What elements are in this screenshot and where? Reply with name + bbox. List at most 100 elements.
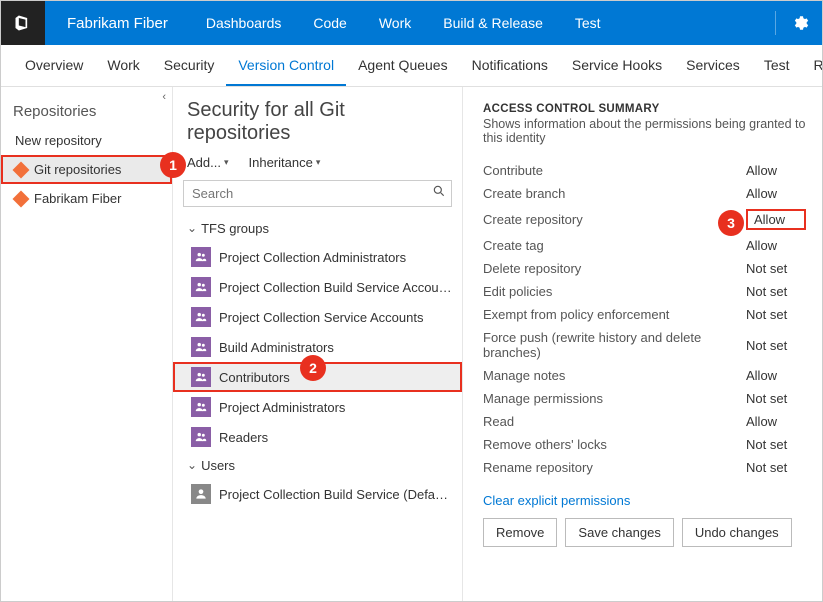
permission-row: Create tag Allow (483, 234, 806, 257)
topnav-dashboards[interactable]: Dashboards (190, 1, 298, 45)
permission-value[interactable]: Allow (746, 368, 806, 383)
group-project-collection-build-service-accounts[interactable]: Project Collection Build Service Account… (173, 272, 462, 302)
settings-gear-icon[interactable] (778, 1, 822, 45)
inheritance-menu[interactable]: Inheritance▾ (249, 155, 321, 170)
permission-name: Force push (rewrite history and delete b… (483, 330, 746, 360)
chevron-down-icon: ▾ (316, 157, 321, 168)
permission-value[interactable]: Not set (746, 284, 806, 299)
permission-value[interactable]: Allow (746, 238, 806, 253)
security-title: Security for all Git repositories (173, 95, 462, 155)
permission-value[interactable]: Allow (746, 209, 806, 230)
group-label: Project Administrators (219, 400, 345, 415)
group-readers[interactable]: Readers (173, 422, 462, 452)
undo-changes-button[interactable]: Undo changes (682, 518, 792, 547)
permission-value[interactable]: Allow (746, 414, 806, 429)
remove-button[interactable]: Remove (483, 518, 557, 547)
topnav-test[interactable]: Test (559, 1, 617, 45)
permission-name: Read (483, 414, 514, 429)
callout-2: 2 (300, 355, 326, 381)
permission-value[interactable]: Allow (746, 186, 806, 201)
permissions-panel: ACCESS CONTROL SUMMARY Shows information… (463, 87, 822, 601)
permission-name: Create tag (483, 238, 544, 253)
tab-overview[interactable]: Overview (13, 45, 95, 86)
group-label: Project Collection Build Service Account… (219, 280, 452, 295)
tab-service-hooks[interactable]: Service Hooks (560, 45, 674, 86)
repo-item-label: New repository (15, 133, 102, 148)
add-menu[interactable]: Add...▾ (187, 155, 229, 170)
permission-row: Manage permissionsNot set (483, 387, 806, 410)
permission-row: Manage notesAllow (483, 364, 806, 387)
git-diamond-icon (13, 190, 30, 207)
permission-value[interactable]: Not set (746, 437, 806, 452)
permission-value[interactable]: Not set (746, 338, 806, 353)
tab-release[interactable]: Release (802, 45, 823, 86)
acs-heading: ACCESS CONTROL SUMMARY (483, 103, 806, 115)
topnav-build-release[interactable]: Build & Release (427, 1, 559, 45)
repositories-panel: ‹ Repositories New repositoryGit reposit… (1, 87, 173, 601)
sub-navbar: OverviewWorkSecurityVersion ControlAgent… (1, 45, 822, 87)
group-icon (191, 427, 211, 447)
permission-name: Edit policies (483, 284, 552, 299)
permission-value[interactable]: Not set (746, 460, 806, 475)
permission-row: Read Allow (483, 410, 806, 433)
tab-version-control[interactable]: Version Control (226, 45, 346, 86)
chevron-down-icon: ▾ (224, 157, 229, 168)
tab-notifications[interactable]: Notifications (460, 45, 560, 86)
group-project-administrators[interactable]: Project Administrators (173, 392, 462, 422)
repo-item-new-repository[interactable]: New repository (1, 126, 172, 155)
group-icon (191, 247, 211, 267)
permission-value[interactable]: Allow (746, 163, 806, 178)
tab-services[interactable]: Services (674, 45, 752, 86)
group-label: Project Collection Administrators (219, 250, 406, 265)
callout-3: 3 (718, 210, 744, 236)
permission-row: Create repositoryAllow (483, 205, 806, 234)
app-logo[interactable] (1, 1, 45, 45)
clear-permissions-link[interactable]: Clear explicit permissions (483, 493, 806, 508)
user-icon (191, 484, 211, 504)
group-icon (191, 397, 211, 417)
tab-test[interactable]: Test (752, 45, 802, 86)
users-header[interactable]: Users (173, 452, 462, 479)
topnav-work[interactable]: Work (363, 1, 427, 45)
permission-name: Contribute (483, 163, 543, 178)
user-item[interactable]: Project Collection Build Service (Defaul… (173, 479, 462, 509)
group-label: Readers (219, 430, 268, 445)
group-label: Contributors (219, 370, 290, 385)
permission-row: Delete repositoryNot set (483, 257, 806, 280)
permission-row: Edit policies Not set (483, 280, 806, 303)
group-label: Build Administrators (219, 340, 334, 355)
permission-row: Create branch Allow (483, 182, 806, 205)
permission-value[interactable]: Not set (746, 261, 806, 276)
permission-row: Contribute Allow (483, 159, 806, 182)
repo-item-label: Git repositories (34, 162, 121, 177)
permission-value[interactable]: Not set (746, 391, 806, 406)
top-navbar: Fabrikam Fiber DashboardsCodeWorkBuild &… (1, 1, 822, 45)
search-input[interactable] (183, 180, 452, 207)
tab-agent-queues[interactable]: Agent Queues (346, 45, 460, 86)
tab-security[interactable]: Security (152, 45, 227, 86)
tfs-groups-header[interactable]: TFS groups (173, 215, 462, 242)
acs-description: Shows information about the permissions … (483, 117, 806, 145)
permission-value[interactable]: Not set (746, 307, 806, 322)
group-project-collection-service-accounts[interactable]: Project Collection Service Accounts (173, 302, 462, 332)
permission-name: Create branch (483, 186, 565, 201)
search-icon[interactable] (432, 184, 446, 201)
git-diamond-icon (13, 161, 30, 178)
project-name[interactable]: Fabrikam Fiber (45, 1, 190, 45)
topnav-code[interactable]: Code (297, 1, 362, 45)
group-label: Project Collection Service Accounts (219, 310, 423, 325)
repo-item-git-repositories[interactable]: Git repositories (1, 155, 172, 184)
collapse-left-icon[interactable]: ‹ (162, 91, 166, 103)
group-icon (191, 337, 211, 357)
group-icon (191, 277, 211, 297)
tab-work[interactable]: Work (95, 45, 151, 86)
permission-row: Force push (rewrite history and delete b… (483, 326, 806, 364)
group-project-collection-administrators[interactable]: Project Collection Administrators (173, 242, 462, 272)
nav-divider (775, 11, 776, 35)
repo-item-fabrikam-fiber[interactable]: Fabrikam Fiber (1, 184, 172, 213)
repo-item-label: Fabrikam Fiber (34, 191, 121, 206)
save-changes-button[interactable]: Save changes (565, 518, 673, 547)
group-icon (191, 367, 211, 387)
permission-name: Rename repository (483, 460, 593, 475)
permission-row: Exempt from policy enforcementNot set (483, 303, 806, 326)
